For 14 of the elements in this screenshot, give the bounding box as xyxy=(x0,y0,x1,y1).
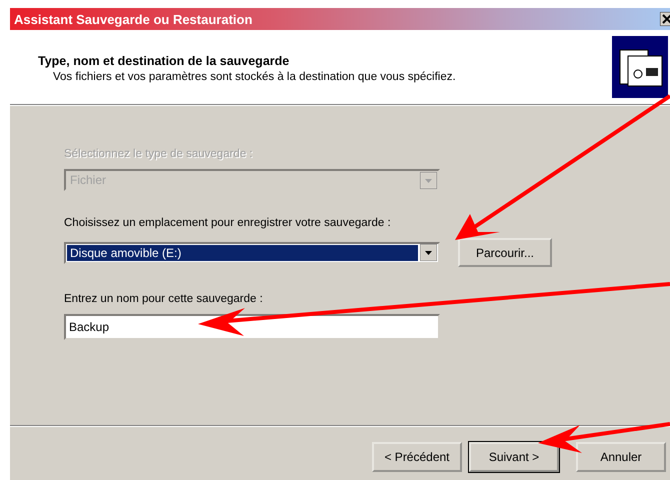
browse-button[interactable]: Parcourir... xyxy=(458,238,552,267)
window-title: Assistant Sauvegarde ou Restauration xyxy=(14,12,252,26)
dropdown-value: Disque amovible (E:) xyxy=(67,244,418,260)
close-icon[interactable] xyxy=(660,12,670,26)
field-label: Choisissez un emplacement pour enregistrer votre sauvegarde : xyxy=(64,217,392,231)
dropdown[interactable]: Disque amovible (E:) xyxy=(64,242,440,264)
page-title: Type, nom et destination de la sauvegarde xyxy=(38,54,290,68)
page-subtitle: Vos fichiers et vos paramètres sont stockés à la destination que vous spécifiez. xyxy=(52,70,456,82)
wizard-button[interactable]: < Précédent xyxy=(372,442,462,472)
wizard-button[interactable]: Suivant > xyxy=(469,442,559,472)
dropdown-arrow-icon[interactable] xyxy=(420,244,437,261)
wizard-button[interactable]: Annuler xyxy=(576,442,666,472)
input-field[interactable]: Backup xyxy=(64,314,440,340)
field-label: Entrez un nom pour cette sauvegarde : xyxy=(64,293,264,307)
